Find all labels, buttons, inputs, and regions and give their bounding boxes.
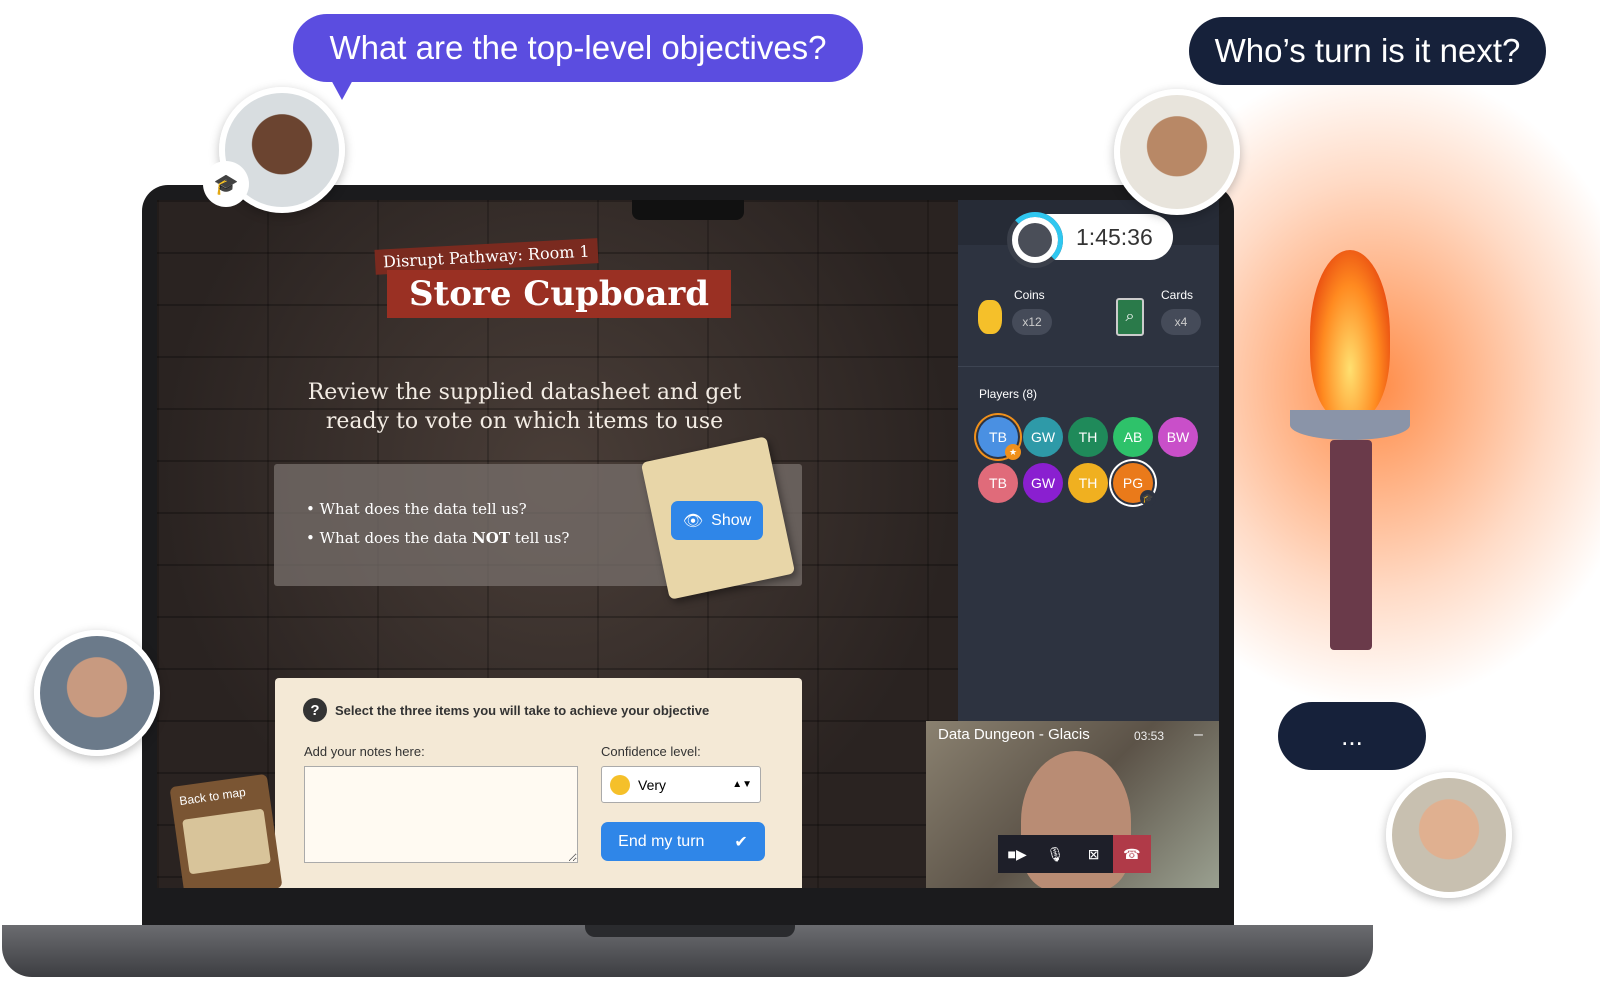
show-button[interactable]: 👁 Show [671, 501, 763, 540]
speech-bubble-right: Who’s turn is it next? [1189, 17, 1546, 85]
check-icon: ✔ [734, 833, 748, 851]
minimize-button[interactable]: – [1194, 726, 1203, 744]
game-area: Disrupt Pathway: Room 1 Store Cupboard R… [157, 200, 958, 888]
task-instruction: ? Select the three items you will take t… [303, 698, 709, 722]
speech-bubble-left: What are the top-level objectives? [293, 14, 863, 82]
timer-dial-icon [1007, 212, 1063, 268]
show-label: Show [711, 511, 752, 529]
questions-box: • What does the data tell us? • What doe… [274, 436, 802, 600]
camera-notch [632, 200, 744, 220]
divider [958, 366, 1219, 367]
task-panel: ? Select the three items you will take t… [275, 678, 802, 888]
back-to-map-button[interactable]: Back to map [169, 773, 283, 888]
coins-icon [978, 300, 1002, 334]
graduation-cap-icon: 🎓 [1140, 490, 1156, 506]
torch-illustration [1290, 250, 1410, 650]
bubble-text: ... [1341, 720, 1363, 751]
intro-text: Review the supplied datasheet and get re… [307, 380, 742, 434]
bubble-text: What are the top-level objectives? [329, 29, 827, 66]
room-title: Store Cupboard [387, 270, 732, 318]
camera-icon[interactable]: ■▶ [998, 835, 1036, 873]
avatar-older-woman [1386, 772, 1512, 898]
cards-icon: ⌕ [1116, 298, 1144, 336]
question-item: • What does the data NOT tell us? [306, 529, 570, 547]
cards-count: x4 [1161, 309, 1201, 335]
avatar-man [34, 630, 160, 756]
player-avatar[interactable]: TB ★ [978, 417, 1021, 460]
notes-label: Add your notes here: [304, 744, 425, 759]
player-initials: GW [1030, 429, 1056, 445]
star-icon: ★ [1005, 444, 1021, 460]
player-avatar[interactable]: PG 🎓 [1113, 463, 1156, 506]
graduation-cap-icon: 🎓 [203, 161, 249, 207]
bubble-text: Who’s turn is it next? [1214, 32, 1521, 69]
hang-up-icon[interactable]: ☎ [1112, 835, 1151, 873]
player-avatar[interactable]: TH [1068, 463, 1108, 503]
confidence-select[interactable]: Very ▲▼ [601, 766, 761, 803]
instruction-text: Select the three items you will take to … [335, 702, 710, 718]
player-initials: TB [989, 475, 1007, 491]
player-initials: TH [1078, 475, 1098, 491]
confidence-label: Confidence level: [601, 744, 701, 759]
end-turn-button[interactable]: End my turn ✔ [601, 822, 765, 861]
player-initials: TB [989, 429, 1007, 445]
app-screen: Disrupt Pathway: Room 1 Store Cupboard R… [157, 200, 1219, 888]
eye-icon: 👁 [682, 512, 704, 530]
question-item: • What does the data tell us? [306, 500, 527, 518]
bubble-tail [330, 78, 354, 100]
microphone-icon[interactable]: 🎙 [1036, 835, 1074, 873]
players-list: TB ★ GW TH AB BW TB GW TH PG 🎓 [978, 417, 1208, 506]
call-controls: ■▶ 🎙 ⊠ ☎ [998, 835, 1151, 873]
player-avatar[interactable]: AB [1113, 417, 1153, 457]
back-to-map-label: Back to map [178, 784, 247, 809]
typing-bubble: ... [1278, 702, 1426, 770]
screen-share-icon[interactable]: ⊠ [1075, 835, 1113, 873]
player-avatar[interactable]: GW [1023, 417, 1063, 457]
player-initials: GW [1030, 475, 1056, 491]
notes-input[interactable] [304, 766, 578, 863]
end-turn-label: End my turn [618, 832, 705, 850]
player-avatar[interactable]: BW [1158, 417, 1198, 457]
smiley-icon [610, 774, 630, 795]
question-text: What does the data tell us? [319, 500, 527, 518]
laptop-notch [585, 925, 795, 937]
cards-label: Cards [1161, 288, 1194, 302]
player-initials: AB [1123, 429, 1143, 445]
confidence-value: Very [638, 776, 667, 793]
help-icon[interactable]: ? [303, 698, 327, 722]
player-initials: BW [1166, 429, 1190, 445]
select-arrows-icon: ▲▼ [732, 779, 752, 790]
call-duration: 03:53 [1134, 729, 1165, 743]
player-initials: TH [1078, 429, 1098, 445]
coins-label: Coins [1014, 288, 1045, 302]
player-avatar[interactable]: GW [1023, 463, 1063, 503]
video-call-panel: Data Dungeon - Glacis 03:53 – ■▶ 🎙 ⊠ ☎ [926, 721, 1219, 888]
coins-count: x12 [1012, 309, 1052, 335]
question-text: What does the data NOT tell us? [319, 529, 570, 547]
players-label: Players (8) [979, 387, 1038, 401]
player-avatar[interactable]: TB [978, 463, 1018, 503]
map-icon [182, 808, 271, 875]
player-initials: PG [1122, 475, 1144, 491]
video-title: Data Dungeon - Glacis [938, 726, 1090, 743]
avatar-woman [1114, 89, 1240, 215]
player-avatar[interactable]: TH [1068, 417, 1108, 457]
